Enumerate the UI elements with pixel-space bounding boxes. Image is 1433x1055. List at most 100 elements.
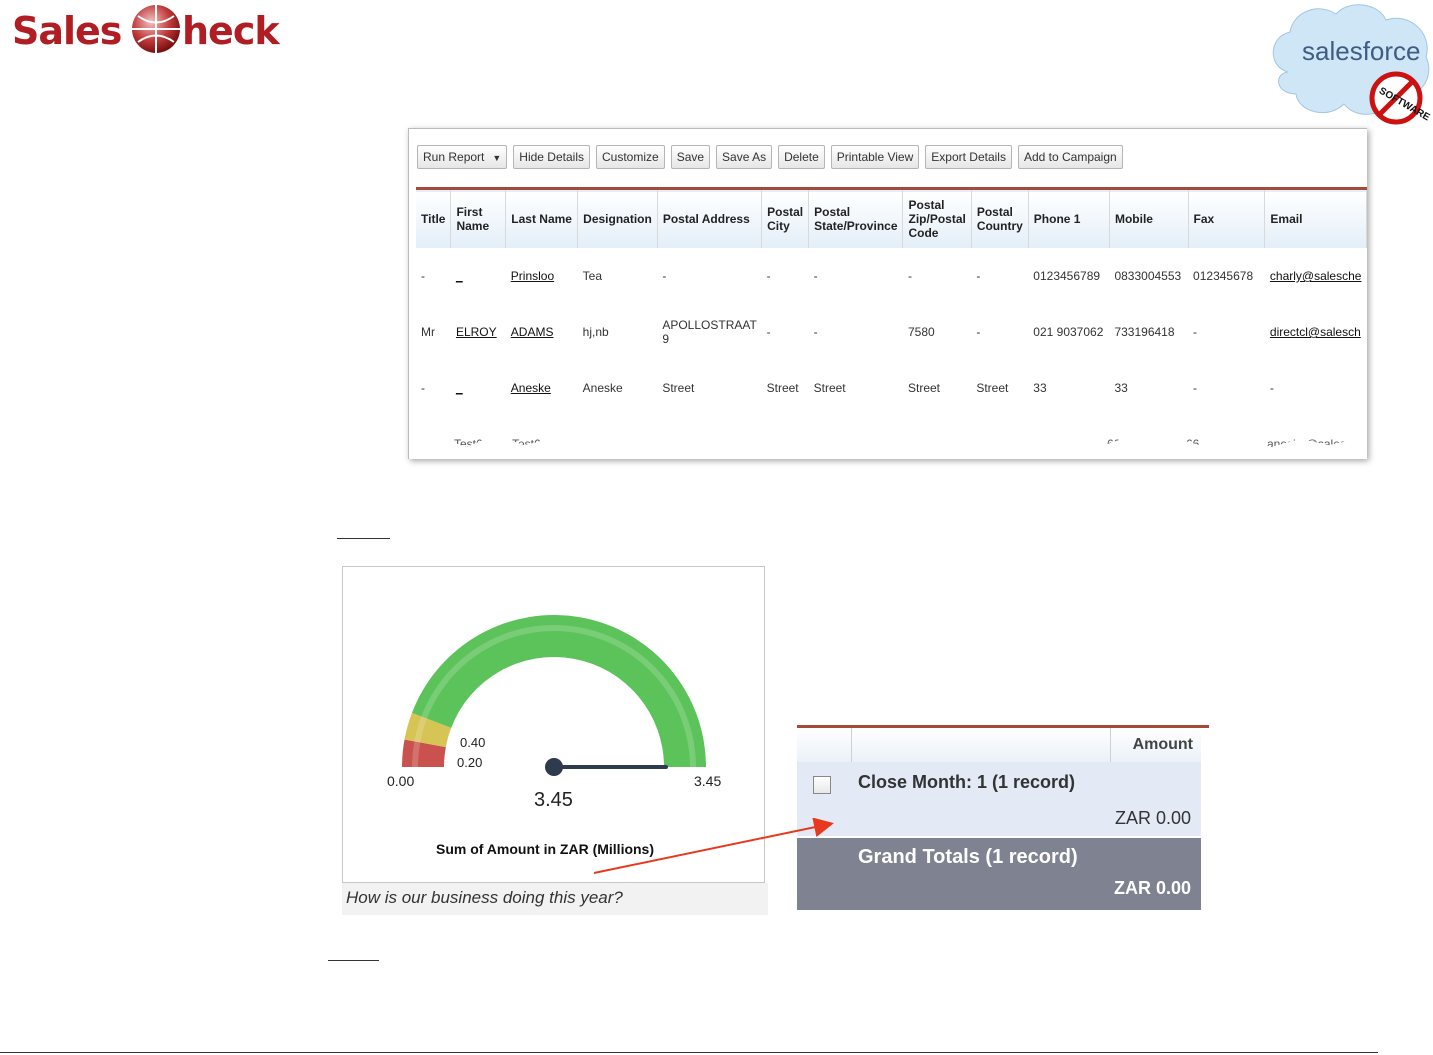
summary-header: Amount: [797, 728, 1201, 763]
table-cell: ELROY: [451, 304, 506, 360]
column-header[interactable]: Phone 1: [1028, 188, 1110, 248]
table-cell: -: [421, 269, 425, 283]
column-header[interactable]: Postal State/Province: [808, 188, 904, 248]
report-toolbar: Run Report ▼ Hide Details Customize Save Save…: [417, 145, 1123, 169]
record-link[interactable]: ELROY: [456, 325, 497, 339]
dashboard-component-caption: How is our business doing this year?: [342, 883, 768, 915]
column-header[interactable]: Mobile: [1109, 188, 1189, 248]
summary-table: Amount Close Month: 1 (1 record) ZAR 0.0…: [797, 725, 1209, 918]
table-cell: -: [766, 269, 771, 283]
save-button[interactable]: Save: [670, 145, 711, 169]
hide-details-button[interactable]: Hide Details: [513, 145, 590, 169]
gauge-value-label: 3.45: [534, 789, 573, 811]
record-link[interactable]: ADAMS: [511, 325, 554, 339]
table-cell: charly@salesche: [1265, 248, 1367, 304]
record-link[interactable]: Prinsloo: [511, 269, 554, 283]
logo-text-sales: Sales: [12, 9, 121, 53]
column-header[interactable]: Title: [416, 188, 452, 248]
record-link[interactable]: _: [456, 269, 463, 283]
gauge-band-2: [411, 615, 706, 767]
group-value: ZAR 0.00: [1114, 808, 1191, 828]
table-cell: Prinsloo: [506, 248, 578, 304]
dropdown-caret-icon: ▼: [492, 153, 502, 163]
table-cell: -: [976, 269, 981, 283]
table-cell: -: [976, 325, 981, 339]
table-cell: -: [421, 381, 425, 395]
gauge-min-label: 0.00: [387, 773, 415, 789]
callout-arrow: [593, 818, 834, 874]
table-cell: -: [766, 325, 771, 339]
table-cell: -: [1269, 381, 1274, 395]
column-header[interactable]: First Name: [450, 188, 507, 248]
table-cell: _: [451, 248, 506, 304]
table-cell: Street: [813, 381, 846, 395]
underline-mark-2: [328, 960, 379, 961]
column-header[interactable]: Postal City: [761, 188, 810, 248]
table-cell: Aneske: [506, 360, 578, 416]
run-report-button[interactable]: Run Report ▼: [417, 145, 508, 169]
group-label: Close Month: 1 (1 record): [858, 772, 1076, 792]
table-cell: directcl@salesch: [1265, 304, 1367, 360]
report-screenshot: Run Report ▼ Hide Details Customize Save Save…: [408, 128, 1367, 459]
column-header[interactable]: Postal Country: [971, 188, 1029, 248]
salesforce-wordmark: salesforce: [1302, 36, 1421, 66]
table-cell: 021 9037062: [1033, 325, 1104, 339]
report-header-row: Title First Name Last Name Designation Posta…: [416, 188, 1367, 248]
footer-rule: [0, 1052, 1378, 1053]
column-header[interactable]: Postal Zip/Postal Code: [902, 188, 972, 248]
table-cell: -: [1193, 325, 1198, 339]
grand-total-label: Grand Totals (1 record): [858, 846, 1078, 868]
salesforce-logo: salesforce SOFTWARE: [1272, 4, 1432, 125]
table-cell: 012345678: [1193, 269, 1254, 283]
table-row: - _ Prinsloo Tea - - - - - 0123456789 0833004553 01…: [416, 248, 1367, 304]
table-cell: Aneske: [582, 381, 623, 395]
table-cell: -: [907, 269, 912, 283]
printable-view-button[interactable]: Printable View: [830, 145, 920, 169]
table-cell: 733196418: [1114, 325, 1175, 339]
table-cell: ADAMS: [506, 304, 578, 360]
gauge-band-label-0: 0.20: [457, 755, 483, 770]
save-as-button[interactable]: Save As: [716, 145, 773, 169]
amount-column-header: Amount: [1132, 736, 1193, 753]
gauge-max-label: 3.45: [694, 773, 722, 789]
record-link[interactable]: _: [456, 381, 463, 395]
delete-button[interactable]: Delete: [778, 145, 825, 169]
column-header[interactable]: Fax: [1188, 188, 1266, 248]
table-cell: Street: [662, 381, 695, 395]
table-cell: 0123456789: [1033, 269, 1101, 283]
table-cell: Tea: [582, 269, 603, 283]
table-row: - _ Aneske Aneske Street Street Street Street St…: [416, 360, 1367, 416]
table-cell: 33: [1033, 381, 1047, 395]
table-cell: 33: [1114, 381, 1128, 395]
record-link[interactable]: Aneske: [511, 381, 551, 395]
column-header[interactable]: Postal Address: [657, 188, 763, 248]
logo-text-check: heck: [182, 9, 280, 53]
table-cell: -: [813, 269, 818, 283]
table-cell: -: [1193, 381, 1198, 395]
table-cell: Street: [907, 381, 940, 395]
torn-edge: [409, 435, 1367, 459]
record-link[interactable]: directcl@salesch: [1270, 325, 1361, 339]
salescheck-logo: Sales heck: [12, 5, 281, 53]
customize-button[interactable]: Customize: [596, 145, 665, 169]
table-row: Mr ELROY ADAMS hj,nb APOLLOSTRAAT 9- -7580-02…: [416, 304, 1367, 360]
table-cell: Street: [976, 381, 1009, 395]
export-details-button[interactable]: Export Details: [925, 145, 1012, 169]
column-header[interactable]: Last Name: [505, 188, 579, 248]
column-header[interactable]: Designation: [577, 188, 658, 248]
table-cell: 0833004553: [1114, 269, 1182, 283]
table-cell: -: [813, 325, 818, 339]
table-cell: Street: [766, 381, 799, 395]
table-cell: Mr: [421, 325, 435, 339]
column-header[interactable]: Email: [1264, 188, 1367, 248]
record-link[interactable]: charly@salesche: [1270, 269, 1362, 283]
report-table: Title First Name Last Name Designation Posta…: [416, 187, 1367, 416]
table-cell: _: [451, 360, 506, 416]
table-cell: 7580: [907, 325, 935, 339]
group-checkbox[interactable]: [813, 776, 831, 794]
table-cell: hj,nb: [582, 325, 609, 339]
add-to-campaign-button[interactable]: Add to Campaign: [1017, 145, 1123, 169]
gauge-band-highlight-0: [412, 741, 421, 768]
group-row: Close Month: 1 (1 record) ZAR 0.00: [797, 762, 1201, 836]
grand-total-value: ZAR 0.00: [1113, 878, 1191, 898]
